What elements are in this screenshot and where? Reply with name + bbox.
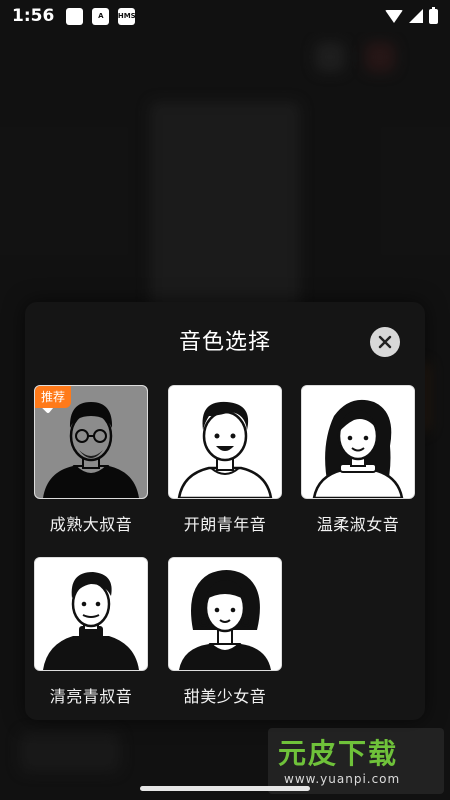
avatar-tile xyxy=(168,385,282,499)
voice-option-clear-uncle[interactable]: 清亮青叔音 xyxy=(34,557,148,707)
voice-option-sweet-girl[interactable]: 甜美少女音 xyxy=(168,557,282,707)
voice-label: 开朗青年音 xyxy=(183,515,267,534)
voice-option-cheerful-youth[interactable]: 开朗青年音 xyxy=(168,385,282,535)
dialog-title: 音色选择 xyxy=(178,330,271,355)
avatar-tile xyxy=(168,557,282,671)
voice-label: 成熟大叔音 xyxy=(49,515,133,534)
hms-icon: HMS xyxy=(118,7,136,25)
wifi-icon xyxy=(385,9,403,23)
voice-option-mature-man[interactable]: 推荐 成熟大叔音 xyxy=(34,385,148,535)
signal-icon xyxy=(409,9,423,23)
battery-icon xyxy=(429,6,438,24)
voice-label: 清亮青叔音 xyxy=(49,687,133,706)
voice-selection-dialog: 音色选择 推荐 成熟大叔音 开朗青年音 温柔淑女音 清亮青叔音 甜美少女音 xyxy=(25,302,425,720)
watermark: 元皮下载 www.yuanpi.com xyxy=(268,728,444,794)
voice-option-gentle-lady[interactable]: 温柔淑女音 xyxy=(301,385,415,535)
sweet-girl-avatar xyxy=(169,558,281,670)
gentle-lady-avatar xyxy=(302,386,414,498)
close-button[interactable] xyxy=(370,327,400,357)
voice-label: 温柔淑女音 xyxy=(316,515,400,534)
watermark-logo-text: 元皮下载 xyxy=(278,737,399,770)
cheerful-youth-avatar xyxy=(169,386,281,498)
recommend-badge: 推荐 xyxy=(35,386,72,408)
home-indicator[interactable] xyxy=(140,786,310,791)
voice-label: 甜美少女音 xyxy=(183,687,267,706)
avatar-tile xyxy=(34,557,148,671)
avatar-tile: 推荐 xyxy=(34,385,148,499)
clear-uncle-avatar xyxy=(35,558,147,670)
status-bar: 1:56 A HMS xyxy=(0,0,450,32)
avatar-tile xyxy=(301,385,415,499)
square-icon xyxy=(66,7,84,25)
status-time: 1:56 xyxy=(12,6,55,26)
close-icon xyxy=(378,335,392,349)
watermark-url: www.yuanpi.com xyxy=(284,772,401,786)
a-icon: A xyxy=(92,7,110,25)
